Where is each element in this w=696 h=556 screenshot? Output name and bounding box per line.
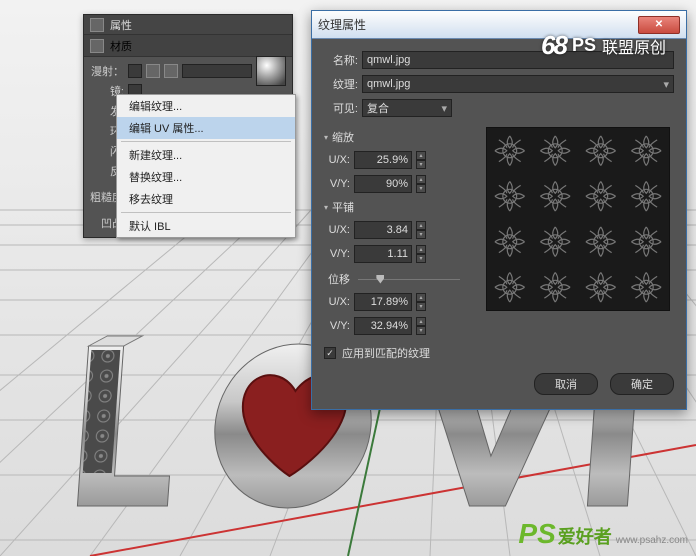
visible-label: 可见: xyxy=(324,100,358,116)
texture-select[interactable]: qmwl.jpg xyxy=(362,75,674,93)
dialog-title: 纹理属性 xyxy=(318,16,366,33)
spinner[interactable]: ▴▾ xyxy=(416,175,426,193)
scale-vy-input[interactable]: 90% xyxy=(354,175,412,193)
menu-edit-texture[interactable]: 编辑纹理... xyxy=(117,95,295,117)
panel-tab-material[interactable]: 材质 xyxy=(84,35,292,57)
tile-ux-input[interactable]: 3.84 xyxy=(354,221,412,239)
name-label: 名称: xyxy=(324,52,358,68)
watermark-top: 68 PS 联盟原创 xyxy=(541,30,666,61)
tile-ux-label: U/X: xyxy=(324,224,350,236)
folder-icon[interactable] xyxy=(146,64,160,78)
texture-context-menu[interactable]: 编辑纹理... 编辑 UV 属性... 新建纹理... 替换纹理... 移去纹理… xyxy=(116,94,296,238)
menu-remove-texture[interactable]: 移去纹理 xyxy=(117,188,295,210)
apply-matched-label: 应用到匹配的纹理 xyxy=(342,345,430,361)
visible-select[interactable]: 复合 xyxy=(362,99,452,117)
apply-matched-checkbox[interactable]: ✓ xyxy=(324,347,336,359)
scale-section-header[interactable]: 缩放 xyxy=(324,129,464,145)
panel-title-bar[interactable]: 属性 xyxy=(84,15,292,35)
spinner[interactable]: ▴▾ xyxy=(416,221,426,239)
texture-properties-dialog[interactable]: 纹理属性 ✕ 名称:qmwl.jpg 纹理:qmwl.jpg 可见:复合 缩放 … xyxy=(311,10,687,410)
scale-ux-label: U/X: xyxy=(324,154,350,166)
watermark-footer: PS 爱好者 www.psahz.com xyxy=(518,518,688,550)
tile-vy-input[interactable]: 1.11 xyxy=(354,245,412,263)
diffuse-swatch[interactable] xyxy=(128,64,142,78)
offset-slider[interactable] xyxy=(358,279,460,280)
texture-preview xyxy=(486,127,670,311)
material-icon xyxy=(90,39,104,53)
menu-replace-texture[interactable]: 替换纹理... xyxy=(117,166,295,188)
menu-new-texture[interactable]: 新建纹理... xyxy=(117,144,295,166)
tile-section-header[interactable]: 平铺 xyxy=(324,199,464,215)
diffuse-label: 漫射： xyxy=(90,63,124,79)
panel-icon xyxy=(90,18,104,32)
spinner[interactable]: ▴▾ xyxy=(416,151,426,169)
material-preview-sphere xyxy=(256,56,286,86)
menu-default-ibl[interactable]: 默认 IBL xyxy=(117,215,295,237)
tab-label: 材质 xyxy=(110,38,132,54)
spinner[interactable]: ▴▾ xyxy=(416,245,426,263)
scale-vy-label: V/Y: xyxy=(324,178,350,190)
diffuse-slot[interactable] xyxy=(182,64,252,78)
offset-ux-label: U/X: xyxy=(324,296,350,308)
menu-edit-uv[interactable]: 编辑 UV 属性... xyxy=(117,117,295,139)
offset-label: 位移 xyxy=(324,271,350,287)
tile-vy-label: V/Y: xyxy=(324,248,350,260)
texture-label: 纹理: xyxy=(324,76,358,92)
offset-vy-label: V/Y: xyxy=(324,320,350,332)
offset-ux-input[interactable]: 17.89% xyxy=(354,293,412,311)
cancel-button[interactable]: 取消 xyxy=(534,373,598,395)
trash-icon[interactable] xyxy=(164,64,178,78)
spinner[interactable]: ▴▾ xyxy=(416,293,426,311)
spinner[interactable]: ▴▾ xyxy=(416,317,426,335)
scale-ux-input[interactable]: 25.9% xyxy=(354,151,412,169)
panel-title: 属性 xyxy=(110,17,132,33)
ok-button[interactable]: 确定 xyxy=(610,373,674,395)
offset-vy-input[interactable]: 32.94% xyxy=(354,317,412,335)
